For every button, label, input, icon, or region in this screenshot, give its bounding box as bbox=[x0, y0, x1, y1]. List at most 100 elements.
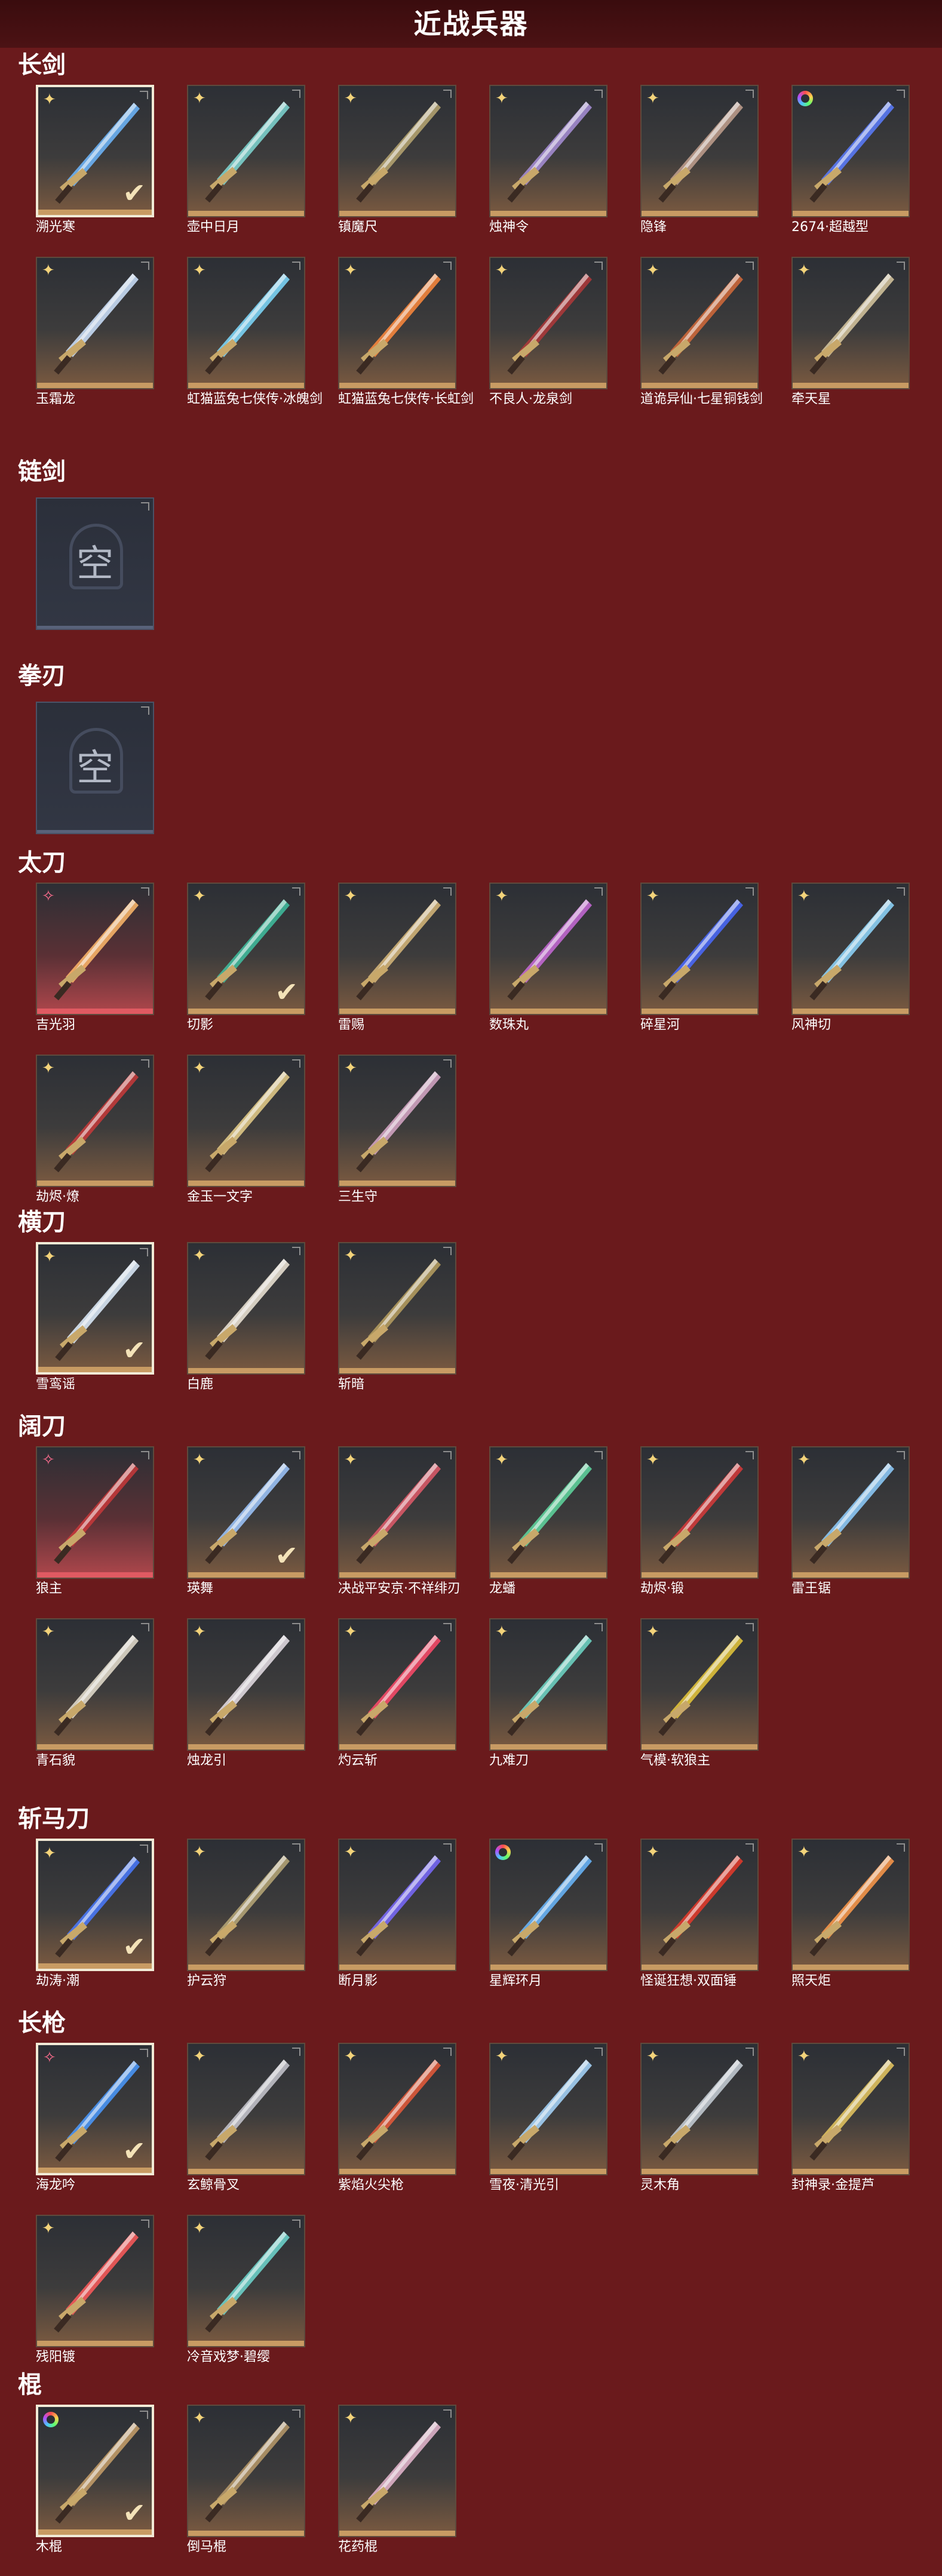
weapon-tile[interactable]: ✦ bbox=[338, 85, 456, 217]
weapon-item[interactable]: ✦ 风神切 bbox=[791, 883, 910, 1032]
weapon-item[interactable]: ✦ 烛龙引 bbox=[187, 1618, 305, 1768]
weapon-tile[interactable]: ✦ bbox=[187, 257, 305, 389]
weapon-item[interactable]: ✦ 气模·软狼主 bbox=[640, 1618, 759, 1768]
weapon-item[interactable]: ✦ 照天炬 bbox=[791, 1839, 910, 1988]
weapon-item[interactable]: ✦ 烛神令 bbox=[489, 85, 607, 235]
weapon-item[interactable]: ✦ 紫焰火尖枪 bbox=[338, 2043, 456, 2193]
weapon-item[interactable]: ✦ ✔ 雪鸾谣 bbox=[36, 1242, 154, 1392]
weapon-tile[interactable]: ✦ bbox=[791, 2043, 910, 2175]
weapon-tile[interactable]: ✦ bbox=[640, 257, 759, 389]
weapon-item[interactable]: ✦ 护云狩 bbox=[187, 1839, 305, 1988]
weapon-item[interactable]: ✦ 金玉一文字 bbox=[187, 1055, 305, 1204]
weapon-item[interactable]: ✦ 断月影 bbox=[338, 1839, 456, 1988]
weapon-item[interactable]: ✦ 冷音戏梦·碧缨 bbox=[187, 2215, 305, 2365]
weapon-item[interactable]: ✧ 狼主 bbox=[36, 1446, 154, 1596]
weapon-tile[interactable]: ✦ bbox=[338, 883, 456, 1015]
weapon-tile[interactable]: ✦ bbox=[338, 1618, 456, 1751]
weapon-tile[interactable]: ✦ ✔ bbox=[187, 883, 305, 1015]
weapon-tile[interactable]: ✔ bbox=[36, 2405, 154, 2537]
weapon-item[interactable]: ✦ 雷王锯 bbox=[791, 1446, 910, 1596]
weapon-item[interactable]: ✦ 残阳镀 bbox=[36, 2215, 154, 2365]
weapon-item[interactable]: ✦ 数珠丸 bbox=[489, 883, 607, 1032]
weapon-tile[interactable]: ✦ bbox=[338, 1055, 456, 1187]
weapon-tile[interactable]: ✦ bbox=[489, 883, 607, 1015]
weapon-item[interactable]: ✦ ✔ 劫涛·潮 bbox=[36, 1839, 154, 1988]
weapon-tile[interactable]: ✦ bbox=[640, 85, 759, 217]
weapon-item[interactable]: 星辉环月 bbox=[489, 1839, 607, 1988]
weapon-tile[interactable]: ✦ bbox=[187, 1839, 305, 1971]
weapon-tile[interactable]: ✦ bbox=[640, 883, 759, 1015]
weapon-tile[interactable]: ✦ ✔ bbox=[36, 1242, 154, 1375]
weapon-tile[interactable]: ✦ bbox=[791, 257, 910, 389]
weapon-tile[interactable]: ✦ bbox=[187, 1242, 305, 1375]
weapon-tile[interactable]: ✦ ✔ bbox=[36, 85, 154, 217]
weapon-tile[interactable]: ✦ bbox=[640, 1446, 759, 1579]
weapon-item[interactable]: 2674·超越型 bbox=[791, 85, 910, 235]
weapon-tile[interactable]: ✦ bbox=[489, 1446, 607, 1579]
weapon-item[interactable]: ✦ 虹猫蓝兔七侠传·长虹剑 bbox=[338, 257, 474, 407]
weapon-tile[interactable]: ✦ bbox=[338, 257, 456, 389]
weapon-tile[interactable]: ✦ bbox=[187, 1618, 305, 1751]
weapon-tile[interactable]: ✦ bbox=[338, 1839, 456, 1971]
weapon-item[interactable]: ✦ 壶中日月 bbox=[187, 85, 305, 235]
weapon-item[interactable]: ✦ 雪夜·清光引 bbox=[489, 2043, 607, 2193]
weapon-tile[interactable]: ✦ bbox=[338, 1446, 456, 1579]
weapon-item[interactable]: ✦ 三生守 bbox=[338, 1055, 456, 1204]
weapon-tile[interactable]: ✦ bbox=[489, 1618, 607, 1751]
weapon-item[interactable]: ✦ ✔ 瑛舞 bbox=[187, 1446, 305, 1596]
weapon-tile[interactable]: ✦ bbox=[36, 257, 154, 389]
weapon-item[interactable]: ✦ 怪诞狂想·双面锤 bbox=[640, 1839, 759, 1988]
weapon-item[interactable]: ✦ 镇魔尺 bbox=[338, 85, 456, 235]
weapon-tile[interactable]: ✦ bbox=[187, 2405, 305, 2537]
weapon-item[interactable]: ✦ 道诡异仙·七星铜钱剑 bbox=[640, 257, 763, 407]
weapon-item[interactable]: ✦ 封神录·金提芦 bbox=[791, 2043, 910, 2193]
weapon-item[interactable]: ✦ 不良人·龙泉剑 bbox=[489, 257, 607, 407]
weapon-item[interactable]: ✦ 龙蟠 bbox=[489, 1446, 607, 1596]
weapon-tile[interactable]: ✧ ✔ bbox=[36, 2043, 154, 2175]
weapon-item[interactable]: ✦ 决战平安京·不祥绯刃 bbox=[338, 1446, 461, 1596]
weapon-item[interactable]: ✦ 花药棍 bbox=[338, 2405, 456, 2555]
weapon-item[interactable]: ✦ 劫烬·燎 bbox=[36, 1055, 154, 1204]
weapon-tile[interactable]: ✦ bbox=[791, 883, 910, 1015]
weapon-tile[interactable]: ✦ bbox=[36, 1055, 154, 1187]
weapon-item[interactable]: ✦ 白鹿 bbox=[187, 1242, 305, 1392]
weapon-tile[interactable]: ✦ bbox=[187, 1055, 305, 1187]
weapon-item[interactable]: ✦ 倒马棍 bbox=[187, 2405, 305, 2555]
weapon-item[interactable]: ✦ 隐锋 bbox=[640, 85, 759, 235]
weapon-item[interactable]: ✦ ✔ 溯光寒 bbox=[36, 85, 154, 235]
weapon-tile[interactable]: ✦ bbox=[640, 1839, 759, 1971]
weapon-item[interactable]: ✦ 虹猫蓝兔七侠传·冰魄剑 bbox=[187, 257, 323, 407]
weapon-tile[interactable]: ✦ bbox=[187, 2043, 305, 2175]
weapon-tile[interactable]: ✦ bbox=[489, 2043, 607, 2175]
weapon-tile[interactable]: ✦ bbox=[640, 2043, 759, 2175]
weapon-tile[interactable]: ✦ bbox=[489, 257, 607, 389]
weapon-tile[interactable]: ✧ bbox=[36, 883, 154, 1015]
weapon-item[interactable]: ✔ 木棍 bbox=[36, 2405, 154, 2555]
weapon-tile[interactable]: ✦ bbox=[338, 2043, 456, 2175]
weapon-tile[interactable]: ✦ bbox=[791, 1839, 910, 1971]
weapon-item[interactable]: ✦ 青石貌 bbox=[36, 1618, 154, 1768]
weapon-tile[interactable]: ✦ bbox=[338, 2405, 456, 2537]
weapon-tile[interactable]: ✦ bbox=[36, 1618, 154, 1751]
weapon-tile[interactable]: ✦ ✔ bbox=[187, 1446, 305, 1579]
weapon-tile[interactable]: ✦ bbox=[36, 2215, 154, 2347]
weapon-tile[interactable] bbox=[791, 85, 910, 217]
weapon-item[interactable]: ✦ 九难刀 bbox=[489, 1618, 607, 1768]
weapon-tile[interactable]: ✦ bbox=[338, 1242, 456, 1375]
weapon-item[interactable]: ✦ 斩暗 bbox=[338, 1242, 456, 1392]
weapon-item[interactable]: ✦ 灵木角 bbox=[640, 2043, 759, 2193]
weapon-tile[interactable]: ✦ bbox=[489, 85, 607, 217]
weapon-item[interactable]: ✦ ✔ 切影 bbox=[187, 883, 305, 1032]
weapon-item[interactable]: ✦ 雷赐 bbox=[338, 883, 456, 1032]
weapon-tile[interactable]: ✦ bbox=[187, 85, 305, 217]
weapon-tile[interactable]: ✧ bbox=[36, 1446, 154, 1579]
weapon-item[interactable]: ✦ 灼云斩 bbox=[338, 1618, 456, 1768]
weapon-tile[interactable]: ✦ bbox=[640, 1618, 759, 1751]
weapon-item[interactable]: ✧ 吉光羽 bbox=[36, 883, 154, 1032]
weapon-item[interactable]: ✦ 玉霜龙 bbox=[36, 257, 154, 407]
weapon-item[interactable]: ✧ ✔ 海龙吟 bbox=[36, 2043, 154, 2193]
weapon-item[interactable]: ✦ 碎星河 bbox=[640, 883, 759, 1032]
weapon-tile[interactable]: ✦ bbox=[187, 2215, 305, 2347]
weapon-tile[interactable]: ✦ ✔ bbox=[36, 1839, 154, 1971]
weapon-tile[interactable]: ✦ bbox=[791, 1446, 910, 1579]
